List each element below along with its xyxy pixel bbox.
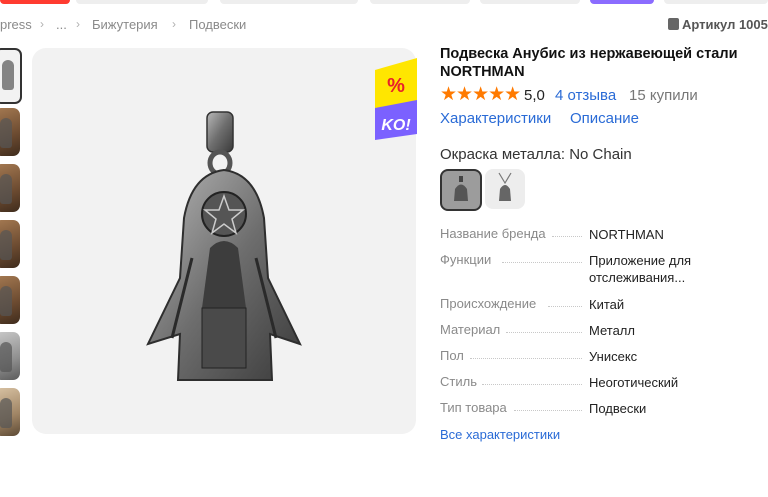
- thumbnail-1[interactable]: [0, 48, 22, 104]
- spec-key: Пол: [440, 348, 468, 363]
- breadcrumb-item-jewelry[interactable]: Бижутерия: [92, 17, 158, 32]
- spec-value: NORTHMAN: [589, 227, 664, 242]
- copy-icon: [668, 18, 679, 30]
- spec-value: Китай: [589, 297, 625, 312]
- spec-key: Материал: [440, 322, 505, 337]
- spec-value: Неоготический: [589, 375, 679, 390]
- product-title: Подвеска Анубис из нержавеющей стали NOR…: [440, 46, 738, 80]
- main-product-image[interactable]: [32, 48, 416, 434]
- breadcrumb-item-aliexpress[interactable]: press: [0, 17, 32, 32]
- badge-ko: KO!: [381, 117, 411, 134]
- badge-percent: %: [387, 75, 405, 97]
- breadcrumb-separator: ›: [172, 17, 176, 31]
- top-tab-2[interactable]: [76, 0, 208, 4]
- thumbnail-7[interactable]: [0, 388, 20, 436]
- spec-value: Унисекс: [589, 349, 638, 364]
- spec-key: Функции: [440, 252, 496, 267]
- spec-dots: [514, 410, 582, 411]
- sale-badge: % KO!: [375, 58, 417, 140]
- thumbnail-2[interactable]: [0, 108, 20, 156]
- thumbnail-6[interactable]: [0, 332, 20, 380]
- spec-dots: [548, 306, 582, 307]
- spec-dots: [482, 384, 582, 385]
- rating-stars-icon: ★★★★★: [440, 84, 521, 105]
- pendant-thumb-icon: [0, 398, 12, 428]
- pendant-thumb-icon: [0, 230, 12, 260]
- spec-key: Происхождение: [440, 296, 541, 311]
- bought-count: 15 купили: [629, 87, 698, 104]
- spec-row: Тип товара Подвески: [440, 400, 740, 420]
- pendant-chain-swatch-icon: [498, 172, 512, 201]
- spec-key: Тип товара: [440, 400, 511, 415]
- pendant-illustration: [146, 111, 302, 381]
- color-option-label: Окраска металла: No Chain: [440, 146, 632, 163]
- spec-value: Подвески: [589, 401, 647, 416]
- rating-score: 5,0: [524, 87, 545, 104]
- spec-row: Название бренда NORTHMAN: [440, 226, 740, 246]
- breadcrumb-separator: ›: [76, 17, 80, 31]
- spec-value: Приложение для отслеживания...: [589, 253, 692, 285]
- spec-row: Функции Приложение для отслеживания...: [440, 252, 740, 285]
- top-tab-3[interactable]: [220, 0, 358, 4]
- spec-dots: [552, 236, 582, 237]
- pendant-thumb-icon: [0, 118, 12, 148]
- specs-link[interactable]: Характеристики: [440, 110, 551, 127]
- thumbnail-3[interactable]: [0, 164, 20, 212]
- color-swatch-with-chain[interactable]: [485, 169, 525, 209]
- pendant-thumb-icon: [0, 174, 12, 204]
- spec-key: Название бренда: [440, 226, 550, 241]
- breadcrumb-separator: ›: [40, 17, 44, 31]
- breadcrumb-item-pendants[interactable]: Подвески: [189, 17, 246, 32]
- top-tab-4[interactable]: [370, 0, 470, 4]
- spec-dots: [506, 332, 582, 333]
- all-specs-link[interactable]: Все характеристики: [440, 427, 560, 442]
- pendant-thumb-icon: [2, 60, 14, 90]
- spec-row: Стиль Неоготический: [440, 374, 740, 394]
- top-tab-7[interactable]: [664, 0, 768, 4]
- spec-row: Материал Металл: [440, 322, 740, 342]
- pendant-swatch-icon: [454, 176, 468, 201]
- breadcrumb-item-ellipsis[interactable]: ...: [56, 17, 67, 32]
- spec-value: Металл: [589, 323, 635, 338]
- article-number[interactable]: Артикул 1005: [668, 17, 768, 32]
- article-label: Артикул 1005: [682, 17, 768, 32]
- spec-dots: [502, 262, 582, 263]
- thumbnail-4[interactable]: [0, 220, 20, 268]
- pendant-thumb-icon: [0, 286, 12, 316]
- spec-dots: [470, 358, 582, 359]
- spec-row: Пол Унисекс: [440, 348, 740, 368]
- top-tab-6[interactable]: [590, 0, 654, 4]
- description-link[interactable]: Описание: [570, 110, 639, 127]
- top-tab-1[interactable]: [0, 0, 70, 4]
- pendant-thumb-icon: [0, 342, 12, 372]
- top-tab-strip: [0, 0, 768, 5]
- top-tab-5[interactable]: [480, 0, 580, 4]
- spec-row: Происхождение Китай: [440, 296, 740, 316]
- spec-key: Стиль: [440, 374, 481, 389]
- thumbnail-5[interactable]: [0, 276, 20, 324]
- reviews-link[interactable]: 4 отзыва: [555, 87, 616, 104]
- color-swatch-no-chain[interactable]: [440, 169, 482, 211]
